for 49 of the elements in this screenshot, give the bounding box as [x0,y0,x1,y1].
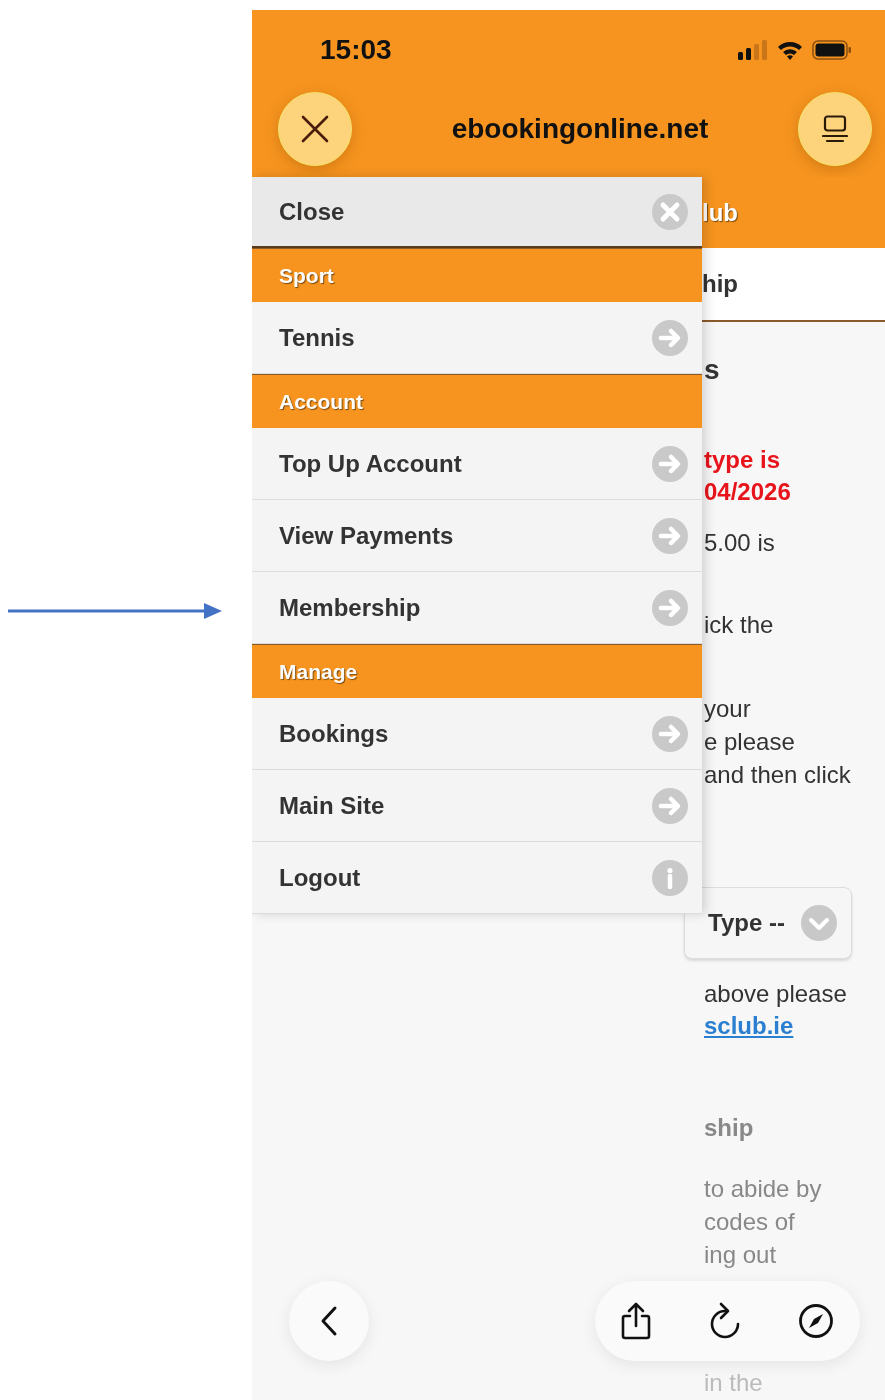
terms-text: ing out [704,1240,778,1270]
info-icon [652,859,688,896]
arrow-right-icon [652,715,688,752]
chevron-down-icon [801,905,837,941]
status-time: 15:03 [320,34,392,66]
signal-icon [738,40,768,60]
page-header-text: lub [702,198,738,227]
arrow-right-icon [652,589,688,626]
menu-section-header: Sport [252,248,702,302]
menu-section-header: Account [252,374,702,428]
email-link[interactable]: sclub.ie [704,1012,794,1039]
arrow-right-icon [652,787,688,824]
reader-button[interactable] [798,91,872,166]
battery-icon [812,40,852,60]
body-text: e please [704,727,796,757]
menu-section-header: Manage [252,644,702,698]
menu-item[interactable]: View Payments [252,500,702,572]
close-button[interactable] [278,91,352,166]
section-heading: s [704,353,720,387]
arrow-right-icon [652,319,688,356]
notice-text: 04/2026 [704,477,791,507]
reload-icon[interactable] [708,1302,742,1340]
body-text: and then click [704,760,851,790]
body-text: ick the [704,610,774,640]
section-subheading: ship [704,1113,754,1143]
reader-icon [822,114,848,143]
close-icon [300,113,330,144]
wifi-icon [776,40,804,60]
close-icon [652,193,688,230]
menu-item[interactable]: Logout [252,842,702,914]
arrow-right-icon [652,517,688,554]
menu-item[interactable]: Bookings [252,698,702,770]
menu-item[interactable]: Top Up Account [252,428,702,500]
terms-text: codes of [704,1207,796,1237]
body-text: 5.00 is [704,528,775,558]
body-text: above please [704,979,847,1009]
arrow-right-icon [652,445,688,482]
membership-type-select[interactable]: Type -- [684,887,852,959]
arrow-icon [8,601,222,621]
menu-item[interactable]: Main Site [252,770,702,842]
menu-close-item[interactable]: Close [252,177,702,248]
terms-text: to abide by [704,1174,822,1204]
body-text: your [704,694,752,724]
share-icon[interactable] [620,1302,652,1340]
compass-icon[interactable] [798,1303,834,1339]
notice-text: type is [704,445,782,475]
page-address: ebookingonline.net [451,112,709,145]
terms-text: in the [704,1368,763,1398]
tab-label[interactable]: hip [702,270,738,298]
